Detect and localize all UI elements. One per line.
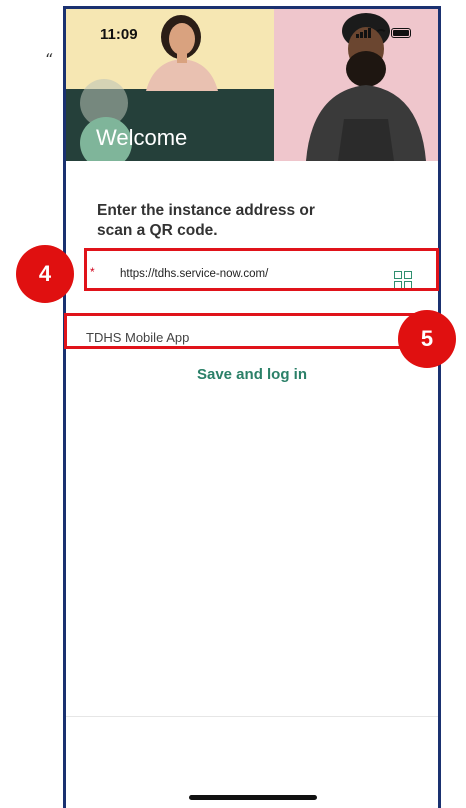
quote-mark: “	[45, 50, 54, 69]
hero-banner: Welcome 11:09	[66, 9, 438, 161]
callout-badge-4: 4	[16, 245, 74, 303]
status-time: 11:09	[100, 26, 138, 43]
battery-icon	[391, 28, 411, 38]
bottom-divider	[66, 716, 438, 717]
signal-icon	[356, 28, 371, 38]
callout-box-5	[64, 313, 420, 349]
phone-screen: Welcome 11:09 Enter the instance address…	[63, 6, 441, 808]
wifi-icon	[375, 28, 387, 38]
save-and-login-button[interactable]: Save and log in	[66, 366, 438, 383]
callout-box-4	[84, 248, 439, 291]
woman-photo	[146, 15, 218, 91]
instance-prompt: Enter the instance address or scan a QR …	[97, 202, 315, 239]
welcome-title: Welcome	[96, 125, 188, 150]
home-indicator	[189, 795, 317, 800]
callout-badge-5: 5	[398, 310, 456, 368]
status-icons	[356, 28, 411, 38]
